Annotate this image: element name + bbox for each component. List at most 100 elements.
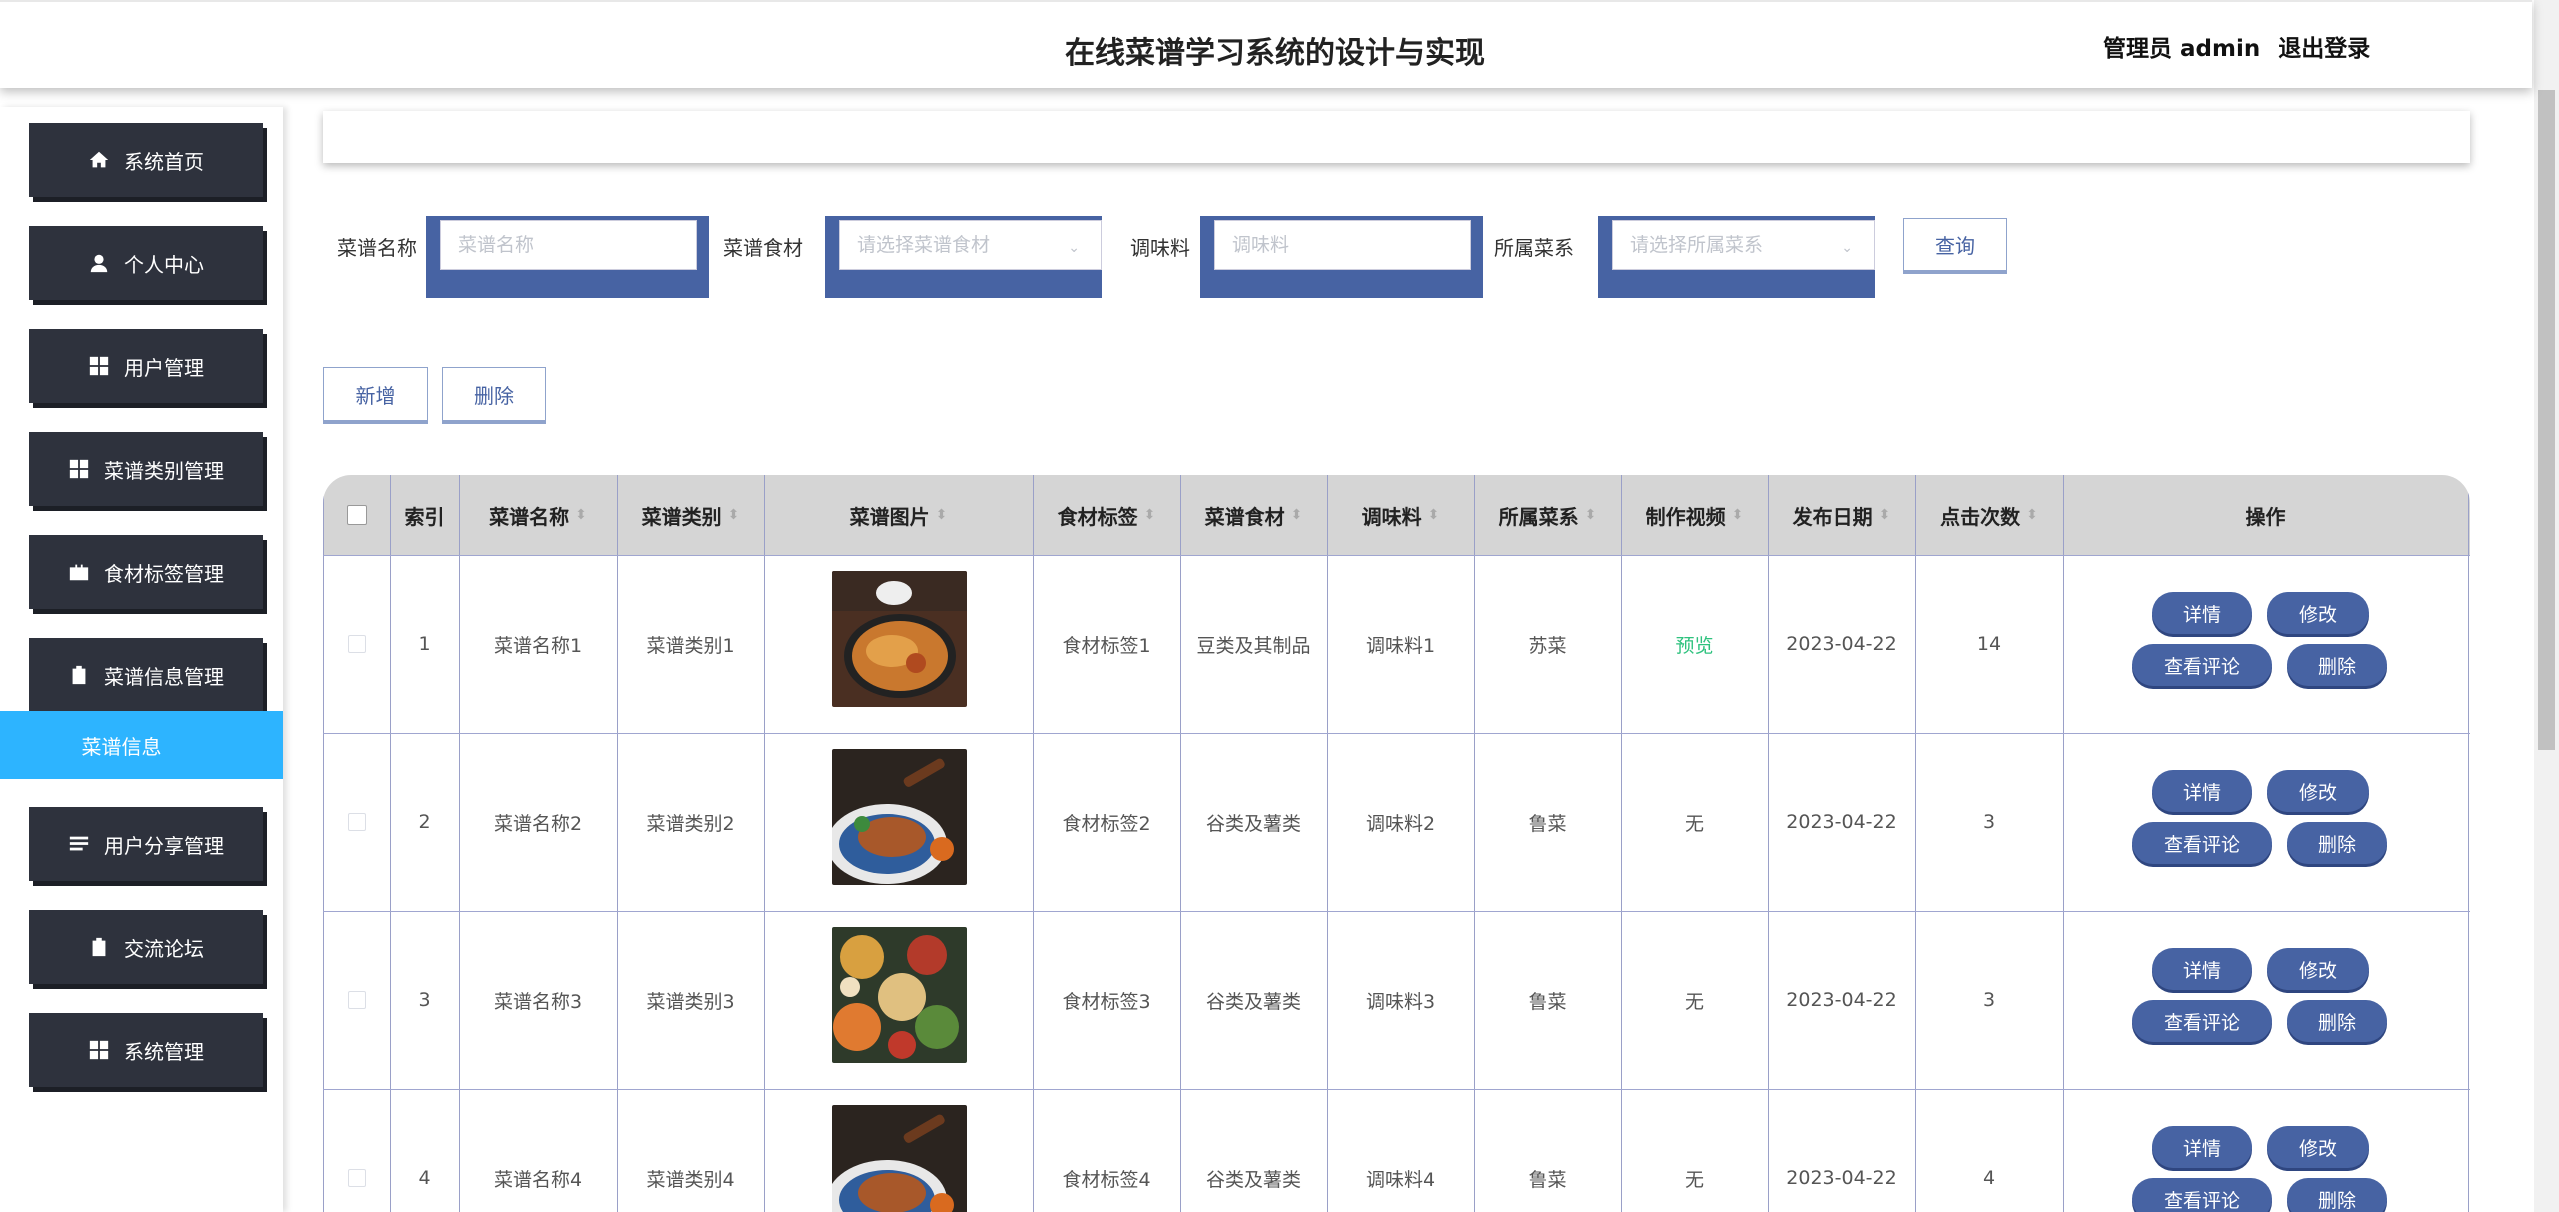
ingredient-select[interactable]: 请选择菜谱食材 [839, 220, 1102, 270]
row-delete-button[interactable]: 删除 [2287, 644, 2387, 686]
sidebar-item-users[interactable]: 用户管理 [29, 329, 263, 403]
edit-button[interactable]: 修改 [2267, 1126, 2369, 1168]
edit-button[interactable]: 修改 [2267, 770, 2369, 812]
sidebar-item-label: 用户管理 [124, 355, 204, 380]
sort-icon[interactable]: ⬍ [2026, 507, 2038, 523]
sidebar-item-profile[interactable]: 个人中心 [29, 226, 263, 300]
recipe-image[interactable] [832, 571, 967, 707]
recipe-image[interactable] [832, 1105, 967, 1212]
sidebar-item-label: 菜谱信息管理 [104, 664, 224, 689]
grid-icon [89, 356, 109, 376]
sidebar-item-label: 系统管理 [124, 1039, 204, 1064]
sidebar-item-home[interactable]: 系统首页 [29, 123, 263, 197]
header-date[interactable]: 发布日期 ⬍ [1768, 475, 1915, 555]
video-preview-link[interactable]: 预览 [1621, 555, 1768, 733]
detail-button[interactable]: 详情 [2152, 1126, 2252, 1168]
cell-date: 2023-04-22 [1786, 633, 1897, 655]
header-category[interactable]: 菜谱类别 ⬍ [617, 475, 764, 555]
view-comments-button[interactable]: 查看评论 [2132, 644, 2272, 686]
cell-cuisine: 鲁菜 [1528, 812, 1567, 835]
header-tag[interactable]: 食材标签 ⬍ [1033, 475, 1180, 555]
header-clicks[interactable]: 点击次数 ⬍ [1915, 475, 2063, 555]
scrollbar-thumb[interactable] [2538, 90, 2555, 750]
header-label: 所属菜系 [1498, 504, 1579, 529]
seasoning-input[interactable]: 调味料 [1214, 220, 1471, 270]
detail-button[interactable]: 详情 [2152, 948, 2252, 990]
header-label: 菜谱类别 [641, 504, 722, 529]
sidebar-item-label: 用户分享管理 [104, 833, 224, 858]
sidebar-item-recipe-info[interactable]: 菜谱信息管理 [29, 638, 263, 712]
sidebar-item-ingredient-tags[interactable]: 食材标签管理 [29, 535, 263, 609]
table-row [323, 555, 390, 733]
detail-button[interactable]: 详情 [2152, 592, 2252, 634]
cell-category: 菜谱类别4 [646, 1168, 735, 1191]
cell-date: 2023-04-22 [1786, 811, 1897, 833]
sort-icon[interactable]: ⬍ [936, 507, 948, 523]
edit-button[interactable]: 修改 [2267, 592, 2369, 634]
table-row [323, 1089, 390, 1212]
select-all-checkbox[interactable] [346, 505, 367, 525]
add-button[interactable]: 新增 [323, 367, 428, 421]
view-comments-button[interactable]: 查看评论 [2132, 822, 2272, 864]
select-all-cell[interactable] [323, 475, 390, 555]
grid-icon [69, 459, 89, 479]
header-label: 菜谱食材 [1204, 504, 1285, 529]
cell-category: 菜谱类别1 [646, 634, 735, 657]
header-cuisine[interactable]: 所属菜系 ⬍ [1474, 475, 1621, 555]
breadcrumb [323, 111, 2470, 163]
row-delete-button[interactable]: 删除 [2287, 822, 2387, 864]
sort-icon[interactable]: ⬍ [1144, 507, 1156, 523]
header-image[interactable]: 菜谱图片 ⬍ [764, 475, 1033, 555]
sort-icon[interactable]: ⬍ [728, 507, 740, 523]
header-recipe-name[interactable]: 菜谱名称 ⬍ [459, 475, 617, 555]
cell-seasoning: 调味料3 [1365, 990, 1436, 1013]
user-label: 管理员 admin [2103, 36, 2261, 62]
header-label: 菜谱名称 [489, 504, 570, 529]
sidebar-item-recipe-categories[interactable]: 菜谱类别管理 [29, 432, 263, 506]
row-delete-button[interactable]: 删除 [2287, 1178, 2387, 1212]
cell-index: 2 [418, 811, 431, 833]
cell-recipe-name: 菜谱名称2 [493, 812, 583, 835]
sidebar-item-user-shares[interactable]: 用户分享管理 [29, 807, 263, 881]
cell-video: 无 [1684, 812, 1704, 835]
cell-ingredient: 豆类及其制品 [1196, 634, 1311, 657]
view-comments-button[interactable]: 查看评论 [2132, 1178, 2272, 1212]
query-button[interactable]: 查询 [1903, 218, 2007, 271]
recipe-image[interactable] [832, 927, 967, 1063]
row-checkbox[interactable] [347, 635, 366, 653]
sort-icon[interactable]: ⬍ [1291, 507, 1303, 523]
recipe-image[interactable] [832, 749, 967, 885]
edit-button[interactable]: 修改 [2267, 948, 2369, 990]
sort-icon[interactable]: ⬍ [1585, 507, 1597, 523]
header-label: 调味料 [1361, 504, 1422, 529]
header-video[interactable]: 制作视频 ⬍ [1621, 475, 1768, 555]
sort-icon[interactable]: ⬍ [1732, 507, 1744, 523]
recipe-name-input[interactable]: 菜谱名称 [440, 220, 697, 270]
row-delete-button[interactable]: 删除 [2287, 1000, 2387, 1042]
row-checkbox[interactable] [347, 991, 366, 1009]
delete-button[interactable]: 删除 [442, 367, 546, 421]
sidebar-subitem-recipe-info[interactable]: 菜谱信息 [0, 711, 283, 779]
cell-seasoning: 调味料1 [1365, 634, 1436, 657]
detail-button[interactable]: 详情 [2152, 770, 2252, 812]
ingredient-label: 菜谱食材 [723, 236, 803, 260]
cell-seasoning: 调味料4 [1365, 1168, 1436, 1191]
sort-icon[interactable]: ⬍ [1428, 507, 1440, 523]
sidebar-item-forum[interactable]: 交流论坛 [29, 910, 263, 984]
sidebar-item-system[interactable]: 系统管理 [29, 1013, 263, 1087]
row-checkbox[interactable] [347, 813, 366, 831]
row-checkbox[interactable] [347, 1169, 366, 1187]
cuisine-label: 所属菜系 [1494, 236, 1574, 260]
header-label: 发布日期 [1792, 504, 1873, 529]
logout-link[interactable]: 退出登录 [2278, 36, 2370, 62]
header-seasoning[interactable]: 调味料 ⬍ [1327, 475, 1474, 555]
view-comments-button[interactable]: 查看评论 [2132, 1000, 2272, 1042]
sort-icon[interactable]: ⬍ [575, 507, 587, 523]
cuisine-select[interactable]: 请选择所属菜系 [1612, 220, 1875, 270]
recipe-name-field-wrap: 菜谱名称 [426, 216, 709, 298]
cell-video: 无 [1684, 990, 1704, 1013]
sidebar-item-label: 食材标签管理 [104, 561, 224, 586]
header-index: 索引 [404, 504, 445, 529]
header-ingredient[interactable]: 菜谱食材 ⬍ [1180, 475, 1327, 555]
sort-icon[interactable]: ⬍ [1879, 507, 1891, 523]
